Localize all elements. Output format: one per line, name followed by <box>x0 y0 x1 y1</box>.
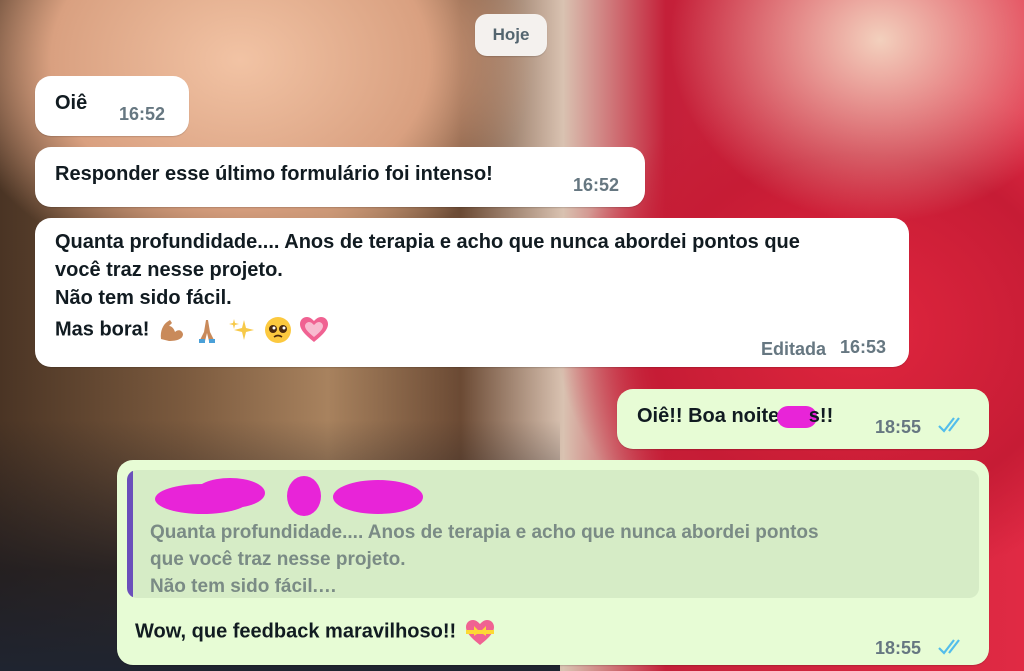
message-outgoing-reply[interactable]: Quanta profundidade.... Anos de terapia … <box>117 460 989 665</box>
message-incoming[interactable]: Oiê 16:52 <box>35 76 189 136</box>
heart-with-ribbon-icon <box>465 620 494 645</box>
message-line-with-emojis: Mas bora! <box>55 316 329 344</box>
message-time: 18:55 <box>875 417 922 437</box>
message-text-start: Oiê!! Boa noite, <box>637 405 785 427</box>
message-line: você traz nesse projeto. <box>55 259 283 281</box>
message-line: Não tem sido fácil. <box>55 287 232 309</box>
redacted-sender-name <box>155 476 435 516</box>
message-text-end: s!! <box>808 405 834 427</box>
growing-heart-icon <box>300 317 329 342</box>
message-incoming[interactable]: Quanta profundidade.... Anos de terapia … <box>35 218 909 367</box>
read-ticks-icon <box>938 417 960 433</box>
redaction-blot <box>287 476 321 516</box>
message-text: Oiê <box>55 92 88 114</box>
flexed-biceps-icon <box>160 320 184 341</box>
message-line: Quanta profundidade.... Anos de terapia … <box>55 231 800 253</box>
message-time: 16:52 <box>573 175 620 195</box>
redaction-blot <box>195 478 265 508</box>
message-text: Responder esse último formulário foi int… <box>55 163 493 185</box>
date-divider: Hoje <box>475 14 547 56</box>
message-time: 16:52 <box>119 104 166 124</box>
quoted-line: Quanta profundidade.... Anos de terapia … <box>150 522 819 543</box>
message-incoming[interactable]: Responder esse último formulário foi int… <box>35 147 645 207</box>
read-ticks-icon <box>938 639 960 655</box>
quoted-message[interactable]: Quanta profundidade.... Anos de terapia … <box>127 470 979 598</box>
pleading-face-icon <box>264 317 291 343</box>
quoted-line: que você traz nesse projeto. <box>150 549 406 570</box>
folded-hands-icon <box>198 320 215 343</box>
message-line-text: Mas bora! <box>55 318 150 341</box>
redaction-blot <box>333 480 423 514</box>
quoted-line: Não tem sido fácil.… <box>150 576 337 597</box>
message-text: Wow, que feedback maravilhoso!! <box>135 618 496 646</box>
message-time: 18:55 <box>875 638 922 658</box>
message-text-body: Wow, que feedback maravilhoso!! <box>135 620 457 643</box>
message-outgoing[interactable]: Oiê!! Boa noite, s!! 18:55 <box>617 389 989 449</box>
message-time: 16:53 <box>840 337 887 357</box>
quote-bar <box>127 470 133 598</box>
edited-label: Editada <box>761 339 827 359</box>
message-text: Oiê!! Boa noite, s!! <box>637 405 833 428</box>
sparkles-icon <box>229 319 255 340</box>
